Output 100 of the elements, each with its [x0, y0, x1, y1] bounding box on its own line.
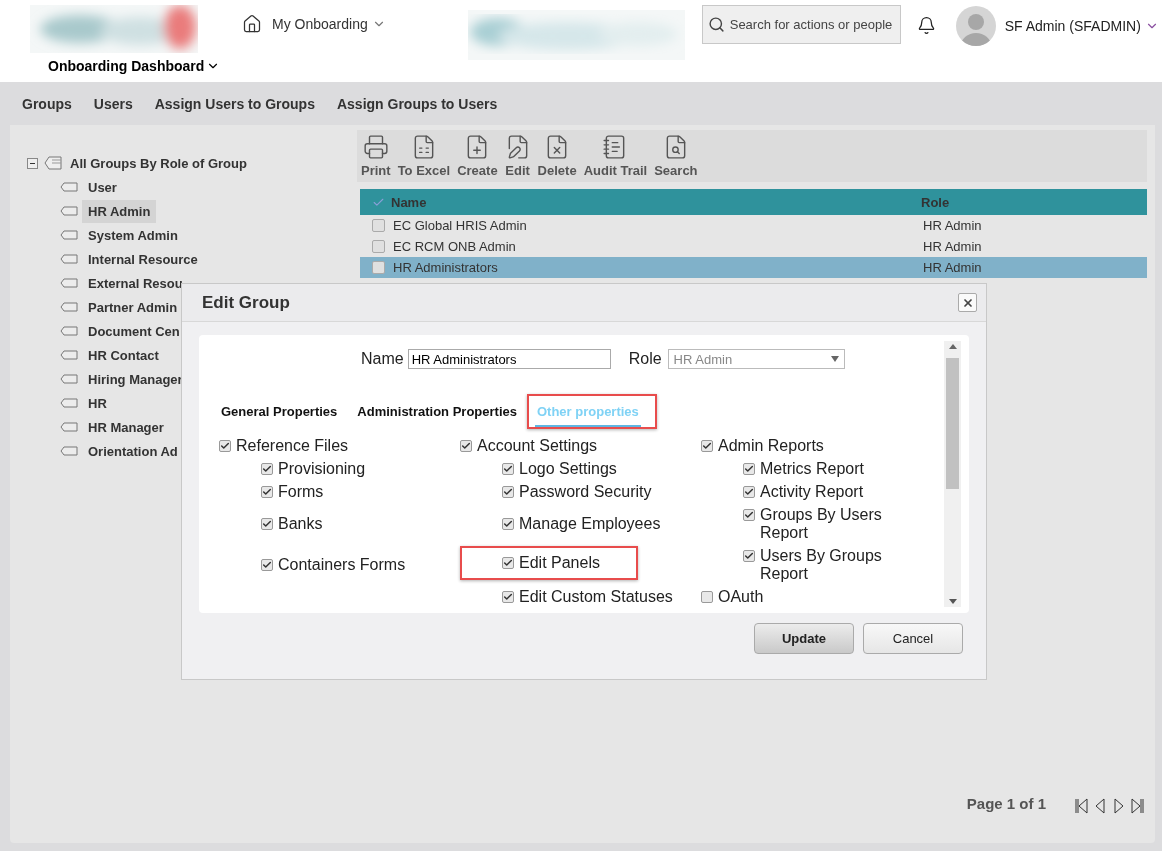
role-select[interactable]: HR Admin [667, 349, 845, 369]
page-indicator: Page 1 of 1 [966, 795, 1046, 812]
close-button[interactable] [958, 293, 977, 312]
tab[interactable]: General Properties [219, 395, 340, 427]
group-folder-icon [44, 156, 62, 170]
checkbox-label: Edit Panels [519, 554, 600, 572]
checkbox-label: Provisioning [278, 459, 366, 478]
scroll-up-icon[interactable] [948, 344, 957, 349]
checkbox-label: Metrics Report [760, 459, 865, 478]
checkbox[interactable] [743, 462, 755, 475]
table-row[interactable]: EC Global HRIS Admin HR Admin [360, 215, 1147, 236]
search-field[interactable]: Search for actions or people [701, 5, 901, 44]
table-cell: HR Admin [923, 218, 982, 233]
checkbox[interactable] [502, 590, 514, 603]
toolbar-button[interactable]: Delete [537, 134, 577, 178]
toolbar-button[interactable]: Edit [504, 134, 531, 178]
tree-item[interactable]: Partner Admin [82, 295, 184, 319]
checkbox-label: Forms [278, 482, 324, 501]
table-row[interactable]: HR Administrators HR Admin [360, 257, 1147, 278]
tag-icon [60, 182, 78, 192]
checkbox[interactable] [502, 557, 514, 569]
cancel-button[interactable]: Cancel [863, 623, 963, 654]
checkbox[interactable] [743, 549, 755, 562]
tree-item[interactable]: HR Manager [82, 415, 170, 439]
tag-icon [60, 398, 78, 408]
tree-item[interactable]: HR Contact [82, 343, 165, 367]
checkbox-label: Banks [278, 514, 323, 533]
column-header[interactable]: Role [921, 194, 950, 210]
tree-item[interactable]: Internal Resource [82, 247, 204, 271]
checkbox[interactable] [261, 558, 273, 571]
scrollbar[interactable] [944, 341, 961, 607]
checkbox[interactable] [701, 590, 713, 603]
checkbox[interactable] [701, 439, 713, 452]
checkbox-label: OAuth [718, 587, 764, 606]
table-cell-text: HR Administrators [393, 260, 499, 275]
checkbox-label: Password Security [519, 482, 652, 501]
checkbox-label: Groups By Users Report [760, 505, 883, 542]
toolbar-button[interactable]: Audit Trail [583, 134, 648, 178]
previous-page-icon[interactable] [1093, 797, 1107, 815]
tag-icon [60, 422, 78, 432]
tree-root-label[interactable]: All Groups By Role of Group [70, 155, 247, 171]
nav-link[interactable]: Assign Users to Groups [154, 95, 315, 112]
bell-icon[interactable] [916, 16, 936, 35]
module-menu[interactable]: My Onboarding [272, 16, 386, 32]
dropdown-arrow-icon [830, 356, 839, 362]
checkbox[interactable] [261, 517, 273, 530]
checkbox[interactable] [502, 517, 514, 530]
checkbox[interactable] [743, 508, 755, 521]
row-checkbox[interactable] [372, 219, 385, 232]
field-label: Role [628, 350, 662, 368]
nav-link[interactable]: Users [93, 95, 133, 112]
home-icon[interactable] [242, 14, 262, 34]
tree-item[interactable]: HR [82, 391, 113, 415]
checkbox-label: Manage Employees [519, 514, 661, 533]
next-page-icon[interactable] [1112, 797, 1126, 815]
tag-icon [60, 302, 78, 312]
checkbox[interactable] [261, 462, 273, 475]
tab[interactable]: Administration Properties [355, 395, 519, 427]
tag-icon [60, 446, 78, 456]
checkbox-label: Account Settings [477, 436, 598, 455]
tree-item[interactable]: HR Admin [82, 199, 157, 223]
checkbox-label: Users By Groups Report [760, 546, 883, 583]
scroll-down-icon[interactable] [948, 599, 957, 604]
update-button[interactable]: Update [754, 623, 854, 654]
toolbar-button[interactable]: To Excel [397, 134, 451, 178]
checkbox[interactable] [261, 485, 273, 498]
toolbar-button[interactable]: Search [654, 134, 698, 178]
search-icon [707, 16, 725, 33]
toolbar-button[interactable]: Print [361, 134, 391, 178]
checkbox[interactable] [743, 485, 755, 498]
first-page-icon[interactable] [1074, 797, 1088, 815]
table-cell: HR Admin [923, 239, 982, 254]
checkbox-label: Reference Files [236, 436, 349, 455]
table-cell: HR Admin [923, 260, 982, 275]
tree-item[interactable]: System Admin [82, 223, 184, 247]
last-page-icon[interactable] [1131, 797, 1145, 815]
dialog-title: Edit Group [202, 292, 290, 313]
user-menu[interactable]: SF Admin (SFADMIN) [1004, 18, 1159, 34]
tag-icon [60, 326, 78, 336]
checkbox-label: Edit Custom Statuses [519, 587, 673, 606]
nav-link[interactable]: Assign Groups to Users [336, 95, 498, 112]
name-field[interactable]: HR Administrators [407, 349, 611, 369]
nav-link[interactable]: Groups [22, 95, 72, 112]
collapse-icon[interactable] [27, 157, 38, 169]
table-cell-text: EC Global HRIS Admin [393, 218, 528, 233]
row-checkbox[interactable] [372, 240, 385, 253]
tag-icon [60, 254, 78, 264]
field-label: Name [361, 350, 404, 368]
checkbox[interactable] [219, 439, 231, 452]
tag-icon [60, 278, 78, 288]
tree-item[interactable]: User [82, 175, 123, 199]
checkbox-label: Containers Forms [278, 555, 406, 574]
tree-item[interactable]: Orientation Ad [82, 439, 184, 463]
toolbar-button[interactable]: Create [457, 134, 498, 178]
table-row[interactable]: EC RCM ONB Admin HR Admin [360, 236, 1147, 257]
row-checkbox[interactable] [372, 261, 385, 274]
checkbox[interactable] [460, 439, 472, 452]
dashboard-menu[interactable]: Onboarding Dashboard [48, 58, 221, 74]
checkbox[interactable] [502, 485, 514, 498]
checkbox[interactable] [502, 462, 514, 475]
